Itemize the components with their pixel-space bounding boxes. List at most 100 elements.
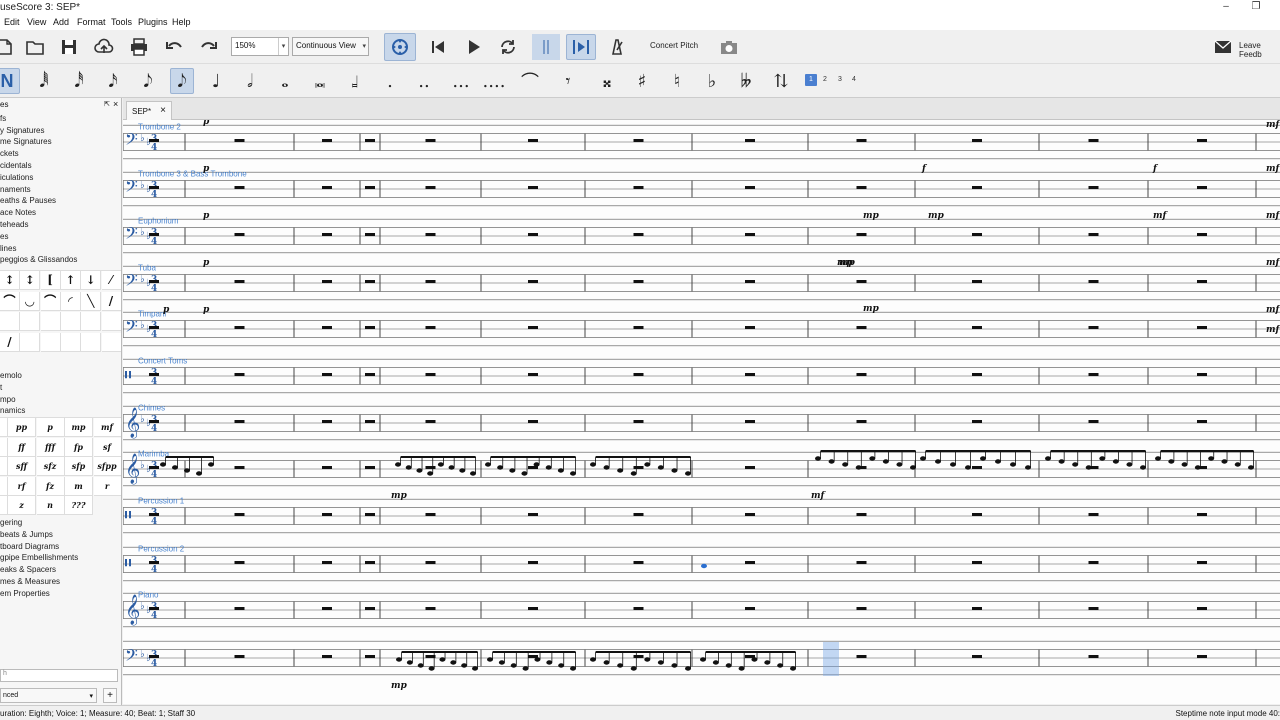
note[interactable] bbox=[208, 462, 214, 467]
note[interactable] bbox=[534, 657, 541, 662]
note[interactable] bbox=[1208, 456, 1215, 461]
note[interactable] bbox=[545, 465, 552, 470]
duration-64th-icon[interactable]: 𝅘𝅥𝅱 bbox=[32, 68, 56, 94]
palette-item[interactable]: beats & Jumps bbox=[0, 530, 53, 539]
play-repeats-icon[interactable] bbox=[532, 34, 560, 60]
menu-tools[interactable]: Tools bbox=[111, 17, 132, 27]
palette-item[interactable]: naments bbox=[0, 185, 31, 194]
note[interactable] bbox=[815, 456, 821, 461]
note[interactable] bbox=[459, 468, 466, 473]
note[interactable] bbox=[437, 462, 444, 467]
rest-icon[interactable]: 𝄾 bbox=[556, 68, 580, 94]
note[interactable] bbox=[470, 471, 476, 476]
palette-cell-articulation[interactable] bbox=[60, 312, 81, 331]
palette-cell-dynamic[interactable]: fz bbox=[36, 476, 65, 496]
palette-cell-dynamic[interactable]: rf bbox=[8, 476, 36, 496]
loop-icon[interactable] bbox=[495, 34, 521, 60]
instrument-name[interactable]: Trombone 2 bbox=[138, 123, 181, 132]
sharp-icon[interactable]: ♯ bbox=[630, 68, 654, 94]
note[interactable] bbox=[1168, 459, 1175, 464]
voice-2-button[interactable]: 2 bbox=[819, 74, 831, 86]
duration-eighth-selected-icon[interactable]: 𝅘𝅥𝅮 bbox=[170, 68, 194, 94]
note[interactable] bbox=[920, 456, 926, 461]
palette-cell-articulation[interactable] bbox=[0, 312, 20, 331]
palette-cell-articulation[interactable]: / bbox=[0, 332, 20, 352]
palette-search-input[interactable]: h bbox=[0, 669, 118, 682]
note[interactable] bbox=[738, 666, 745, 671]
instrument-name[interactable]: Piano bbox=[138, 591, 159, 600]
triple-dot-icon[interactable]: ... bbox=[449, 68, 473, 94]
note[interactable] bbox=[828, 459, 835, 464]
undock-icon[interactable]: ⇱ bbox=[104, 100, 110, 108]
palette-cell-articulation[interactable]: ⌒ bbox=[40, 291, 61, 311]
note[interactable] bbox=[700, 657, 706, 662]
palette-cell-dynamic[interactable]: mp bbox=[65, 418, 93, 437]
note[interactable] bbox=[498, 660, 505, 665]
score-view[interactable]: 𝄢♭♭34Trombone 2𝄢♭♭34Trombone 3 & Bass Tr… bbox=[123, 120, 1280, 704]
note[interactable] bbox=[1234, 462, 1241, 467]
palette-cell-dynamic[interactable]: m bbox=[65, 476, 93, 496]
note[interactable] bbox=[657, 465, 664, 470]
note[interactable] bbox=[172, 465, 178, 470]
palette-cell-articulation[interactable] bbox=[20, 332, 41, 352]
palette-cell-dynamic[interactable]: ff bbox=[8, 437, 36, 457]
add-workspace-button[interactable]: + bbox=[103, 688, 117, 703]
mail-icon[interactable] bbox=[1210, 34, 1236, 60]
note[interactable] bbox=[472, 666, 478, 671]
palette-item[interactable]: gering bbox=[0, 518, 22, 527]
palette-item[interactable]: iculations bbox=[0, 173, 33, 182]
palette-item[interactable]: tboard Diagrams bbox=[0, 542, 59, 551]
note[interactable] bbox=[509, 468, 516, 473]
note[interactable] bbox=[558, 663, 565, 668]
palette-cell-dynamic[interactable]: sf bbox=[93, 437, 121, 457]
note[interactable] bbox=[671, 663, 678, 668]
note[interactable] bbox=[570, 471, 576, 476]
palette-item[interactable]: emolo bbox=[0, 371, 22, 380]
note[interactable] bbox=[546, 660, 553, 665]
close-tab-icon[interactable]: × bbox=[160, 105, 166, 116]
note-input-mode-button[interactable]: N bbox=[0, 68, 20, 94]
palette-cell-articulation[interactable]: ↓ bbox=[81, 271, 102, 290]
note[interactable] bbox=[630, 471, 637, 476]
duration-16th-icon[interactable]: 𝅘𝅥𝅯 bbox=[101, 68, 125, 94]
note[interactable] bbox=[510, 663, 517, 668]
palette-cell-articulation[interactable]: ⌒ bbox=[0, 291, 20, 311]
voice-1-button[interactable]: 1 bbox=[805, 74, 817, 86]
note[interactable] bbox=[160, 462, 166, 467]
palette-item[interactable]: namics bbox=[0, 406, 25, 415]
palette-cell-articulation[interactable] bbox=[60, 332, 81, 352]
note[interactable] bbox=[671, 468, 678, 473]
note[interactable] bbox=[590, 657, 596, 662]
palette-cell-dynamic[interactable] bbox=[0, 437, 8, 457]
note[interactable] bbox=[1194, 465, 1201, 470]
note[interactable] bbox=[395, 462, 401, 467]
note[interactable] bbox=[521, 471, 528, 476]
note[interactable] bbox=[417, 663, 424, 668]
note[interactable] bbox=[522, 666, 529, 671]
palette-item[interactable]: ckets bbox=[0, 149, 19, 158]
instrument-name[interactable]: Euphonium bbox=[138, 217, 179, 226]
note[interactable] bbox=[396, 657, 402, 662]
voice-3-button[interactable]: 3 bbox=[834, 74, 846, 86]
palette-cell-dynamic[interactable] bbox=[0, 418, 8, 437]
save-icon[interactable] bbox=[56, 34, 82, 60]
note[interactable] bbox=[1126, 462, 1133, 467]
restore-button[interactable]: ❐ bbox=[1250, 1, 1262, 12]
palette-cell-articulation[interactable]: ↑ bbox=[60, 271, 81, 290]
open-folder-icon[interactable] bbox=[22, 34, 48, 60]
note[interactable] bbox=[427, 471, 434, 476]
palette-item[interactable]: lines bbox=[0, 244, 16, 253]
palette-item[interactable]: cidentals bbox=[0, 161, 32, 170]
close-icon[interactable]: × bbox=[113, 99, 118, 109]
palette-cell-articulation[interactable] bbox=[40, 312, 61, 331]
note[interactable] bbox=[590, 462, 596, 467]
palette-cell-articulation[interactable]: ╲ bbox=[81, 291, 102, 311]
instrument-name[interactable]: Marimba bbox=[138, 450, 170, 459]
note[interactable] bbox=[935, 459, 941, 464]
palette-cell-articulation[interactable]: ◡ bbox=[20, 291, 41, 311]
note[interactable] bbox=[557, 468, 564, 473]
note[interactable] bbox=[461, 663, 468, 668]
note[interactable] bbox=[995, 459, 1001, 464]
note[interactable] bbox=[603, 660, 610, 665]
palette-cell-dynamic[interactable]: sff bbox=[8, 457, 36, 476]
